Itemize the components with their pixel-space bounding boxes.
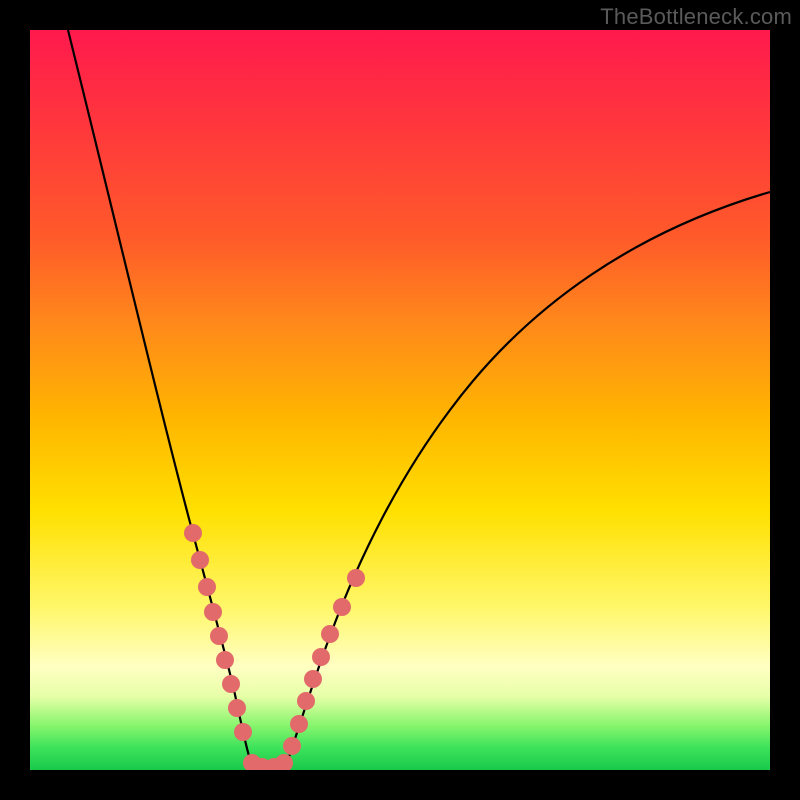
bottleneck-curve xyxy=(68,30,770,768)
curve-overlay xyxy=(30,30,770,770)
bead-cluster-right xyxy=(283,569,365,755)
plot-area xyxy=(30,30,770,770)
bead-cluster-bottom xyxy=(243,754,293,770)
bead-cluster-left xyxy=(184,524,252,741)
watermark-text: TheBottleneck.com xyxy=(600,4,792,30)
outer-frame: TheBottleneck.com xyxy=(0,0,800,800)
